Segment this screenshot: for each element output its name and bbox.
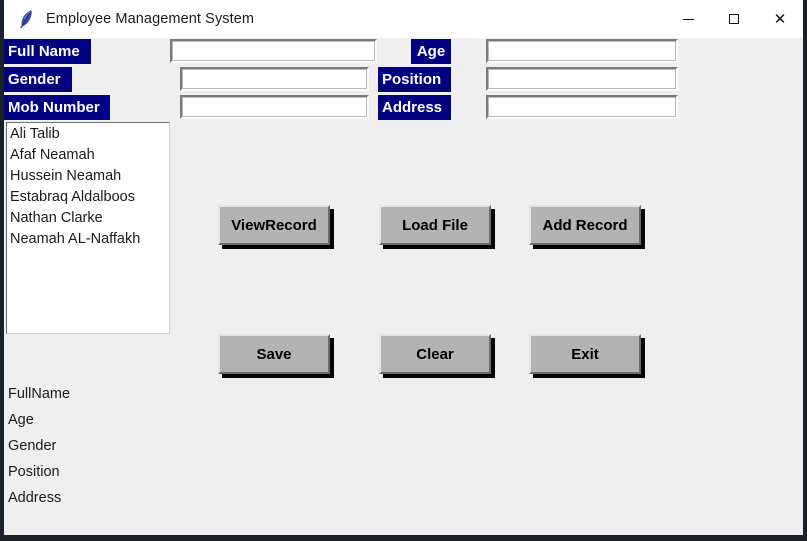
mob-number-input[interactable]: [180, 95, 369, 119]
load-file-button[interactable]: Load File: [379, 205, 491, 245]
window-frame-right: [803, 0, 807, 541]
close-button[interactable]: ✕: [757, 0, 803, 38]
detail-label-fullname: FullName: [8, 386, 71, 402]
detail-label-address: Address: [8, 490, 62, 506]
list-item[interactable]: Neamah AL-Naffakh: [7, 229, 169, 250]
application-window: Employee Management System ✕ Full Name G…: [0, 0, 807, 541]
minimize-icon: [682, 18, 694, 20]
label-address: Address: [378, 95, 451, 120]
label-full-name: Full Name: [4, 39, 91, 64]
add-record-button[interactable]: Add Record: [529, 205, 641, 245]
maximize-button[interactable]: [711, 0, 757, 38]
list-item[interactable]: Afaf Neamah: [7, 145, 169, 166]
label-position: Position: [378, 67, 451, 92]
save-button[interactable]: Save: [218, 334, 330, 374]
clear-button[interactable]: Clear: [379, 334, 491, 374]
label-age: Age: [411, 39, 451, 64]
client-area: Full Name Gender Mob Number Age Position…: [4, 38, 803, 535]
gender-input[interactable]: [180, 67, 369, 91]
label-mob-number: Mob Number: [4, 95, 110, 120]
list-item[interactable]: Estabraq Aldalboos: [7, 187, 169, 208]
list-item[interactable]: Ali Talib: [7, 124, 169, 145]
exit-button[interactable]: Exit: [529, 334, 641, 374]
label-gender: Gender: [4, 67, 72, 92]
window-frame-bottom: [0, 535, 807, 541]
detail-label-age: Age: [8, 412, 34, 428]
maximize-icon: [729, 14, 739, 24]
minimize-button[interactable]: [665, 0, 711, 38]
full-name-input[interactable]: [170, 39, 377, 63]
window-title: Employee Management System: [46, 11, 255, 27]
position-input[interactable]: [486, 67, 678, 91]
address-input[interactable]: [486, 95, 678, 119]
detail-label-gender: Gender: [8, 438, 57, 454]
feather-icon: [16, 8, 36, 30]
close-icon: ✕: [773, 9, 787, 28]
employee-listbox[interactable]: Ali Talib Afaf Neamah Hussein Neamah Est…: [6, 122, 170, 334]
title-bar: Employee Management System ✕: [4, 0, 803, 39]
age-input[interactable]: [486, 39, 678, 63]
view-record-button[interactable]: ViewRecord: [218, 205, 330, 245]
list-item[interactable]: Hussein Neamah: [7, 166, 169, 187]
detail-label-position: Position: [8, 464, 60, 480]
window-controls: ✕: [665, 0, 803, 38]
list-item[interactable]: Nathan Clarke: [7, 208, 169, 229]
